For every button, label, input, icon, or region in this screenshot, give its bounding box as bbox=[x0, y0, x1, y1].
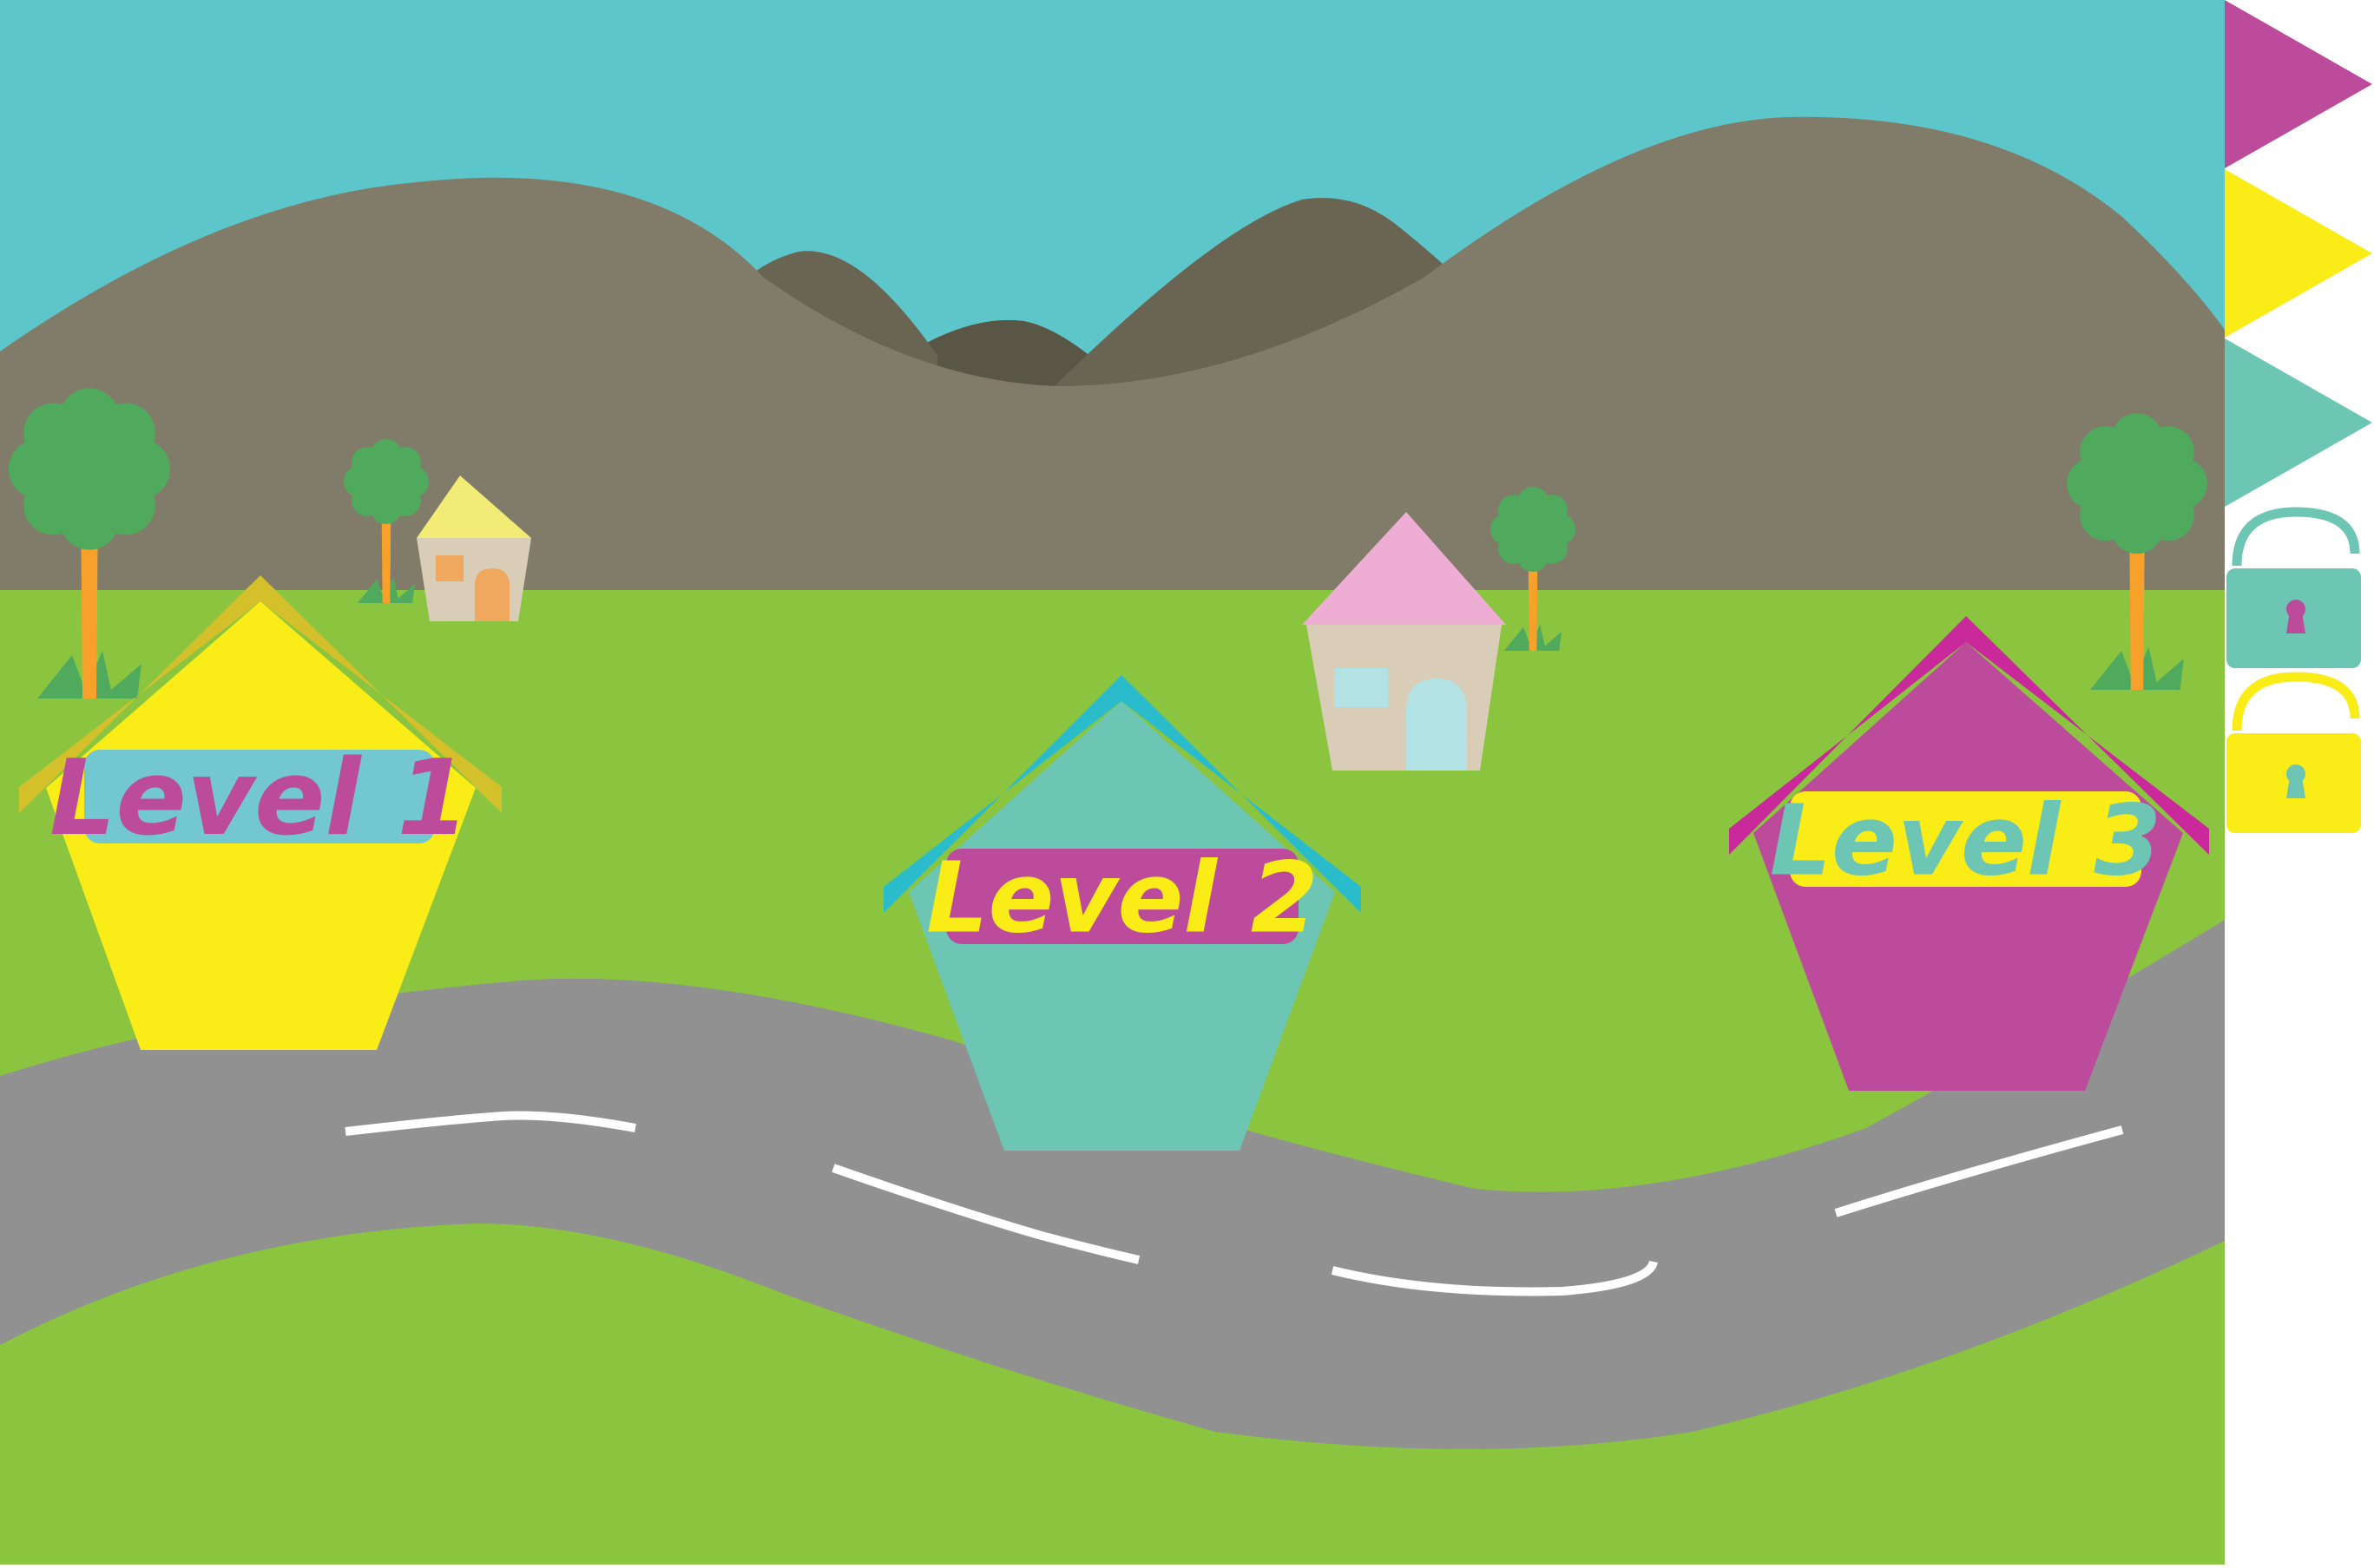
level-label: Level 2 bbox=[926, 842, 1319, 955]
level-select-screen: Level 1 Level 2 Level 3 bbox=[0, 0, 2374, 1565]
level-label: Level 1 bbox=[49, 738, 470, 859]
level-label: Level 3 bbox=[1770, 784, 2162, 897]
game-scene: Level 1 Level 2 Level 3 bbox=[0, 0, 2374, 1565]
sidebar-flags bbox=[2225, 0, 2372, 507]
sidebar bbox=[2225, 0, 2374, 1565]
